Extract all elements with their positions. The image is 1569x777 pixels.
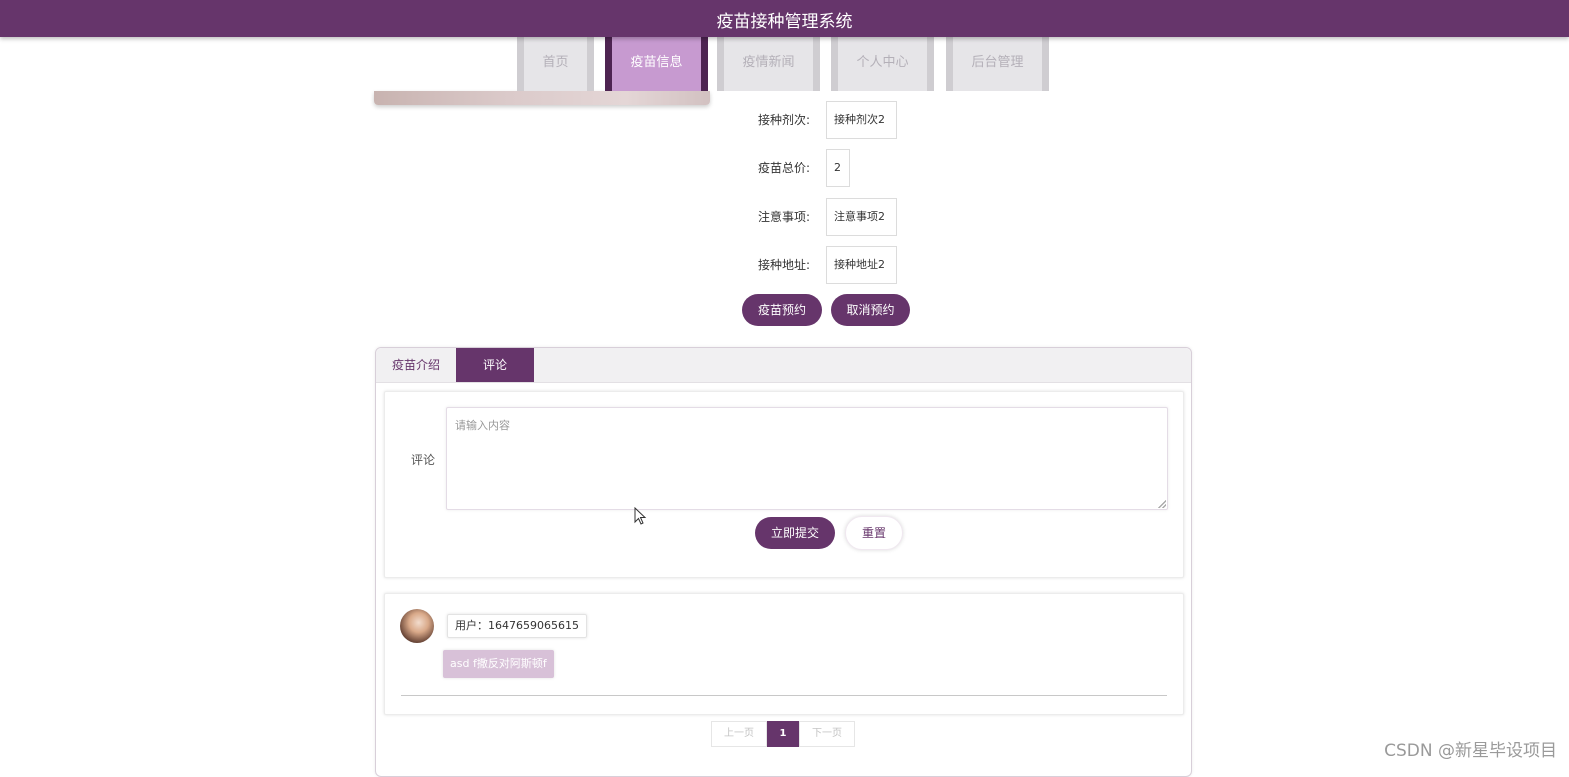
comment-list: 用户：1647659065615 asd f撒反对阿斯顿f <box>384 593 1184 715</box>
avatar <box>400 609 434 643</box>
field-label: 接种地址: <box>757 258 810 272</box>
comment-form: 评论 请输入内容 立即提交 重置 <box>384 391 1184 578</box>
book-vaccine-button[interactable]: 疫苗预约 <box>742 294 822 326</box>
detail-tabs-panel: 疫苗介绍 评论 评论 请输入内容 立即提交 重置 用户：164765906561… <box>375 347 1192 777</box>
tab-comment[interactable]: 评论 <box>456 348 534 382</box>
field-value: 2 <box>826 149 850 187</box>
nav-admin[interactable]: 后台管理 <box>946 37 1049 91</box>
main-nav: 首页 疫苗信息 疫情新闻 个人中心 后台管理 <box>0 37 1569 91</box>
next-page-button[interactable]: 下一页 <box>799 721 855 747</box>
reset-button[interactable]: 重置 <box>845 516 903 550</box>
field-label: 疫苗总价: <box>757 161 810 175</box>
comment-textarea[interactable]: 请输入内容 <box>446 407 1168 510</box>
field-value: 接种剂次2 <box>826 101 897 139</box>
vaccine-image-edge <box>374 91 710 105</box>
field-value: 接种地址2 <box>826 246 897 284</box>
nav-personal-center[interactable]: 个人中心 <box>831 37 934 91</box>
nav-vaccine-info[interactable]: 疫苗信息 <box>605 37 708 91</box>
nav-home[interactable]: 首页 <box>517 37 594 91</box>
resize-handle-icon[interactable] <box>1158 500 1166 508</box>
cancel-booking-button[interactable]: 取消预约 <box>831 294 910 326</box>
comment-divider <box>401 695 1167 696</box>
field-value: 注意事项2 <box>826 198 897 236</box>
prev-page-button[interactable]: 上一页 <box>711 721 767 747</box>
current-page[interactable]: 1 <box>767 721 799 747</box>
comment-user: 用户：1647659065615 <box>447 614 587 638</box>
top-header: 疫苗接种管理系统 <box>0 0 1569 37</box>
field-label: 接种剂次: <box>757 113 810 127</box>
comment-content: asd f撒反对阿斯顿f <box>443 650 554 678</box>
pagination: 上一页 1 下一页 <box>711 721 855 747</box>
tab-bar: 疫苗介绍 评论 <box>376 348 1191 383</box>
tab-vaccine-intro[interactable]: 疫苗介绍 <box>376 348 456 382</box>
watermark: CSDN @新星毕设项目 <box>1384 741 1557 761</box>
app-title: 疫苗接种管理系统 <box>716 12 853 32</box>
comment-placeholder: 请输入内容 <box>455 419 510 432</box>
nav-epidemic-news[interactable]: 疫情新闻 <box>717 37 820 91</box>
mouse-cursor-icon <box>634 507 647 525</box>
submit-button[interactable]: 立即提交 <box>755 517 835 549</box>
field-label: 注意事项: <box>757 210 810 224</box>
comment-field-label: 评论 <box>411 453 436 467</box>
